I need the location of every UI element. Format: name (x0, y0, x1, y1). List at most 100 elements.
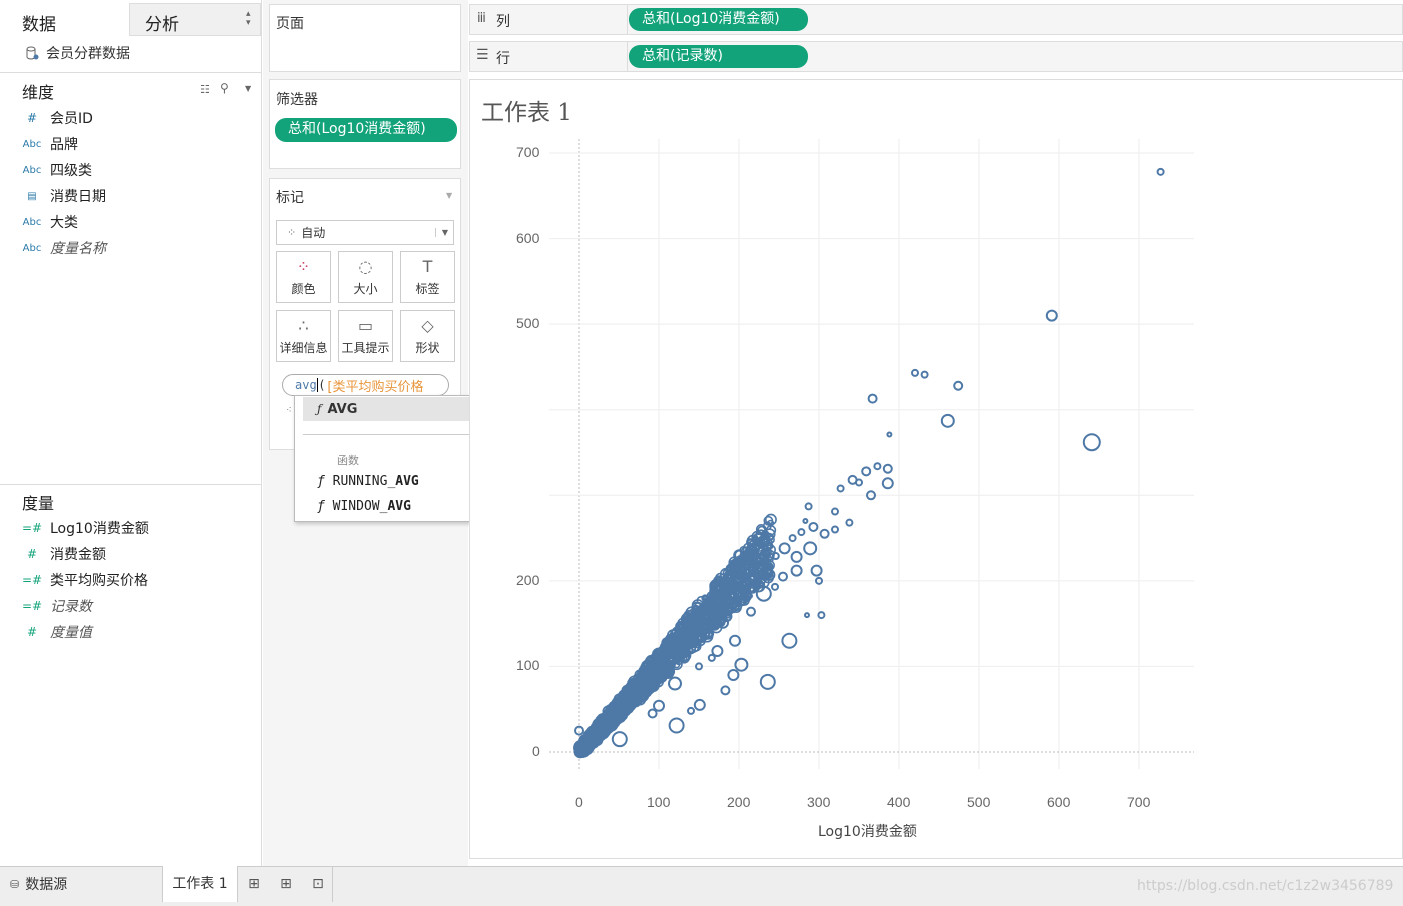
mark-button-label: 工具提示 (341, 341, 390, 355)
measure-number-icon: # (26, 547, 38, 561)
scatter-point (882, 463, 893, 474)
scatter-point (668, 676, 682, 691)
pages-label: 页面 (276, 16, 304, 32)
scatter-point (861, 466, 872, 477)
scatter-point (819, 528, 830, 539)
scatter-point (810, 564, 823, 577)
scatter-point (746, 606, 756, 617)
mark-button[interactable]: ⁘ 颜色 (276, 251, 331, 303)
measure-label: 记录数 (50, 599, 92, 615)
pages-shelf[interactable]: 页面 (269, 4, 461, 72)
new-story-icon[interactable]: ⊡ (304, 868, 332, 900)
y-tick-label: 0 (532, 743, 540, 759)
marks-label: 标记 (276, 190, 304, 206)
size-icon: ◌ (358, 257, 373, 276)
dimension-label: 大类 (50, 215, 78, 231)
dimension-field[interactable]: Abc 四级类 (22, 157, 92, 183)
new-worksheet-icon[interactable]: ⊞ (240, 868, 268, 900)
mark-button[interactable]: ◌ 大小 (338, 251, 393, 303)
tab-analysis[interactable]: 分析 ▴ ▾ (129, 3, 261, 36)
mark-button-label: 标签 (415, 282, 440, 296)
measure-number-icon: # (26, 625, 38, 639)
rows-pill[interactable]: 总和(记录数) (629, 45, 808, 68)
list-view-icon[interactable]: ☷ (200, 83, 210, 96)
dimension-field[interactable]: Abc 大类 (22, 209, 78, 235)
measure-field[interactable]: # 度量值 (22, 619, 92, 645)
scatter-point (1082, 433, 1101, 452)
columns-label: 列 (496, 14, 510, 30)
autocomplete-item[interactable]: ƒ WINDOW_AVG (317, 499, 411, 514)
scatter-point (790, 550, 803, 563)
calc-typed-text: avg (295, 378, 317, 392)
scatter-point (668, 717, 685, 734)
number-icon: # (26, 111, 38, 125)
calc-input-pill[interactable]: avg ( [类平均购买价格 (282, 374, 449, 396)
scatter-point (1156, 167, 1165, 176)
divider (0, 72, 261, 73)
rows-shelf[interactable]: ☰ 行 (469, 41, 1403, 72)
autocomplete-match: AVG (387, 499, 411, 514)
mark-button-label: 详细信息 (279, 341, 328, 355)
scatter-point (797, 528, 806, 537)
mark-button[interactable]: T 标签 (400, 251, 455, 303)
scatter-point (720, 685, 731, 696)
function-icon: ƒ (317, 499, 333, 514)
measure-field[interactable]: =# 类平均购买价格 (22, 567, 148, 593)
divider (0, 484, 261, 485)
y-tick-label: 600 (516, 229, 540, 246)
measure-field[interactable]: =# 记录数 (22, 593, 92, 619)
mark-type-select[interactable]: ⁘ 自动 ▼ (276, 220, 454, 245)
rows-icon: ☰ (476, 47, 489, 63)
scatter-point (647, 708, 658, 719)
scatter-point (920, 370, 929, 379)
x-tick-label: 300 (807, 794, 831, 810)
dimension-field[interactable]: Abc 品牌 (22, 131, 78, 157)
chevron-down-icon[interactable]: ▼ (446, 191, 452, 200)
measure-field[interactable]: # 消费金额 (22, 541, 106, 567)
autocomplete-item[interactable]: ƒ RUNNING_AVG (317, 474, 419, 489)
string-icon: Abc (22, 216, 42, 228)
x-axis-title: Log10消费金额 (818, 824, 917, 840)
mark-button[interactable]: ◇ 形状 (400, 310, 455, 362)
scatter-point (734, 657, 749, 672)
datasource-row[interactable]: 会员分群数据 (24, 43, 130, 63)
x-tick-label: 700 (1127, 794, 1151, 810)
sheet-tab[interactable]: 工作表 1 (162, 866, 238, 902)
sort-arrows-icon[interactable]: ▴ ▾ (246, 10, 251, 28)
scatter-point (808, 521, 819, 532)
mark-button-label: 大小 (353, 282, 378, 296)
dimension-field[interactable]: # 会员ID (22, 105, 93, 131)
dimension-field[interactable]: Abc 度量名称 (22, 235, 106, 261)
watermark: https://blog.csdn.net/c1z2w3456789 (1137, 878, 1394, 894)
filter-pill[interactable]: 总和(Log10消费金额) (275, 118, 457, 142)
columns-icon: iii (477, 11, 486, 26)
dimension-field[interactable]: ▤ 消费日期 (22, 183, 106, 209)
y-tick-label: 100 (516, 657, 540, 674)
y-tick-label: 700 (516, 144, 540, 160)
mark-button[interactable]: ▭ 工具提示 (338, 310, 393, 362)
measure-field[interactable]: =# Log10消费金额 (22, 515, 149, 541)
scatter-point (611, 731, 628, 748)
columns-pill[interactable]: 总和(Log10消费金额) (629, 8, 808, 31)
new-dashboard-icon[interactable]: ⊞ (272, 868, 300, 900)
string-icon: Abc (22, 138, 42, 150)
datasource-tab[interactable]: ⛁ 数据源 (0, 866, 162, 902)
scatter-point (881, 477, 894, 490)
tab-data[interactable]: 数据 (0, 3, 128, 36)
scatter-point (803, 541, 818, 556)
scatter-point (1045, 309, 1058, 322)
scatter-chart[interactable] (469, 79, 1403, 859)
measures-title: 度量 (22, 494, 55, 513)
tab-analysis-label: 分析 (145, 15, 179, 35)
calc-field-ref: [类平均购买价格 (327, 379, 424, 395)
divider (627, 5, 628, 34)
rows-label: 行 (496, 51, 510, 67)
scatter-point (778, 571, 788, 582)
search-icon[interactable]: ⚲ (220, 81, 229, 95)
scatter-marks (573, 167, 1165, 759)
x-tick-label: 100 (647, 794, 671, 810)
chevron-down-icon[interactable]: ▼ (245, 84, 251, 93)
calc-paren: ( (319, 378, 325, 392)
columns-shelf[interactable]: iii 列 (469, 4, 1403, 35)
mark-button[interactable]: ∴ 详细信息 (276, 310, 331, 362)
